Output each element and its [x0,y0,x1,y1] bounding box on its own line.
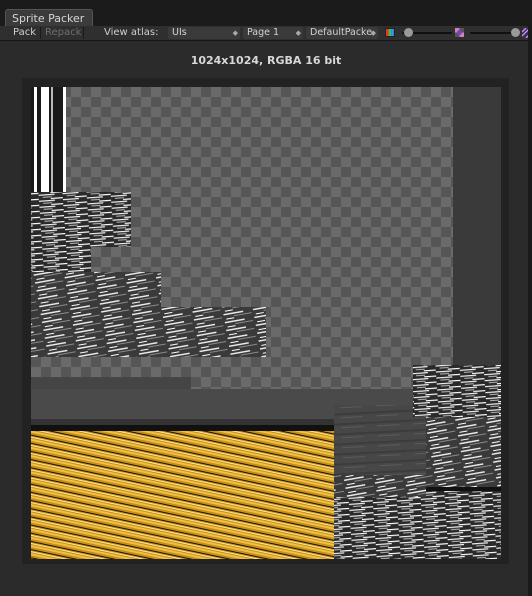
atlas-info: 1024x1024, RGBA 16 bit [190,54,342,67]
repack-button[interactable]: Repack [45,26,81,40]
pack-button[interactable]: Pack [13,26,36,40]
atlas-select[interactable]: UIs ◆ [168,27,240,39]
separator [40,27,41,39]
rgb-channels-icon[interactable] [385,28,395,37]
dropdown-arrow-icon: ◆ [232,29,238,37]
packer-policy-value: DefaultPacke [310,27,373,38]
toolbar: Pack Repack View atlas: UIs ◆ Page 1 ◆ D… [0,26,532,41]
zoom-slider[interactable] [470,32,515,34]
tab-sprite-packer[interactable]: Sprite Packer [5,9,93,26]
atlas-select-value: UIs [172,27,187,38]
page-select[interactable]: Page 1 ◆ [243,27,303,39]
view-atlas-label: View atlas: [104,27,159,38]
alpha-channel-icon[interactable] [455,28,464,37]
mip-level-slider-thumb[interactable] [404,28,413,37]
zoom-slider-thumb[interactable] [511,28,520,37]
tab-bar: Sprite Packer [0,0,532,26]
packer-policy-select[interactable]: DefaultPacke ◆ [306,27,378,39]
atlas-preview [31,87,501,559]
dropdown-arrow-icon: ◆ [295,29,301,37]
page-select-value: Page 1 [247,27,280,38]
separator [83,27,84,39]
window-edge [528,26,532,596]
dropdown-arrow-icon: ◆ [370,29,376,37]
